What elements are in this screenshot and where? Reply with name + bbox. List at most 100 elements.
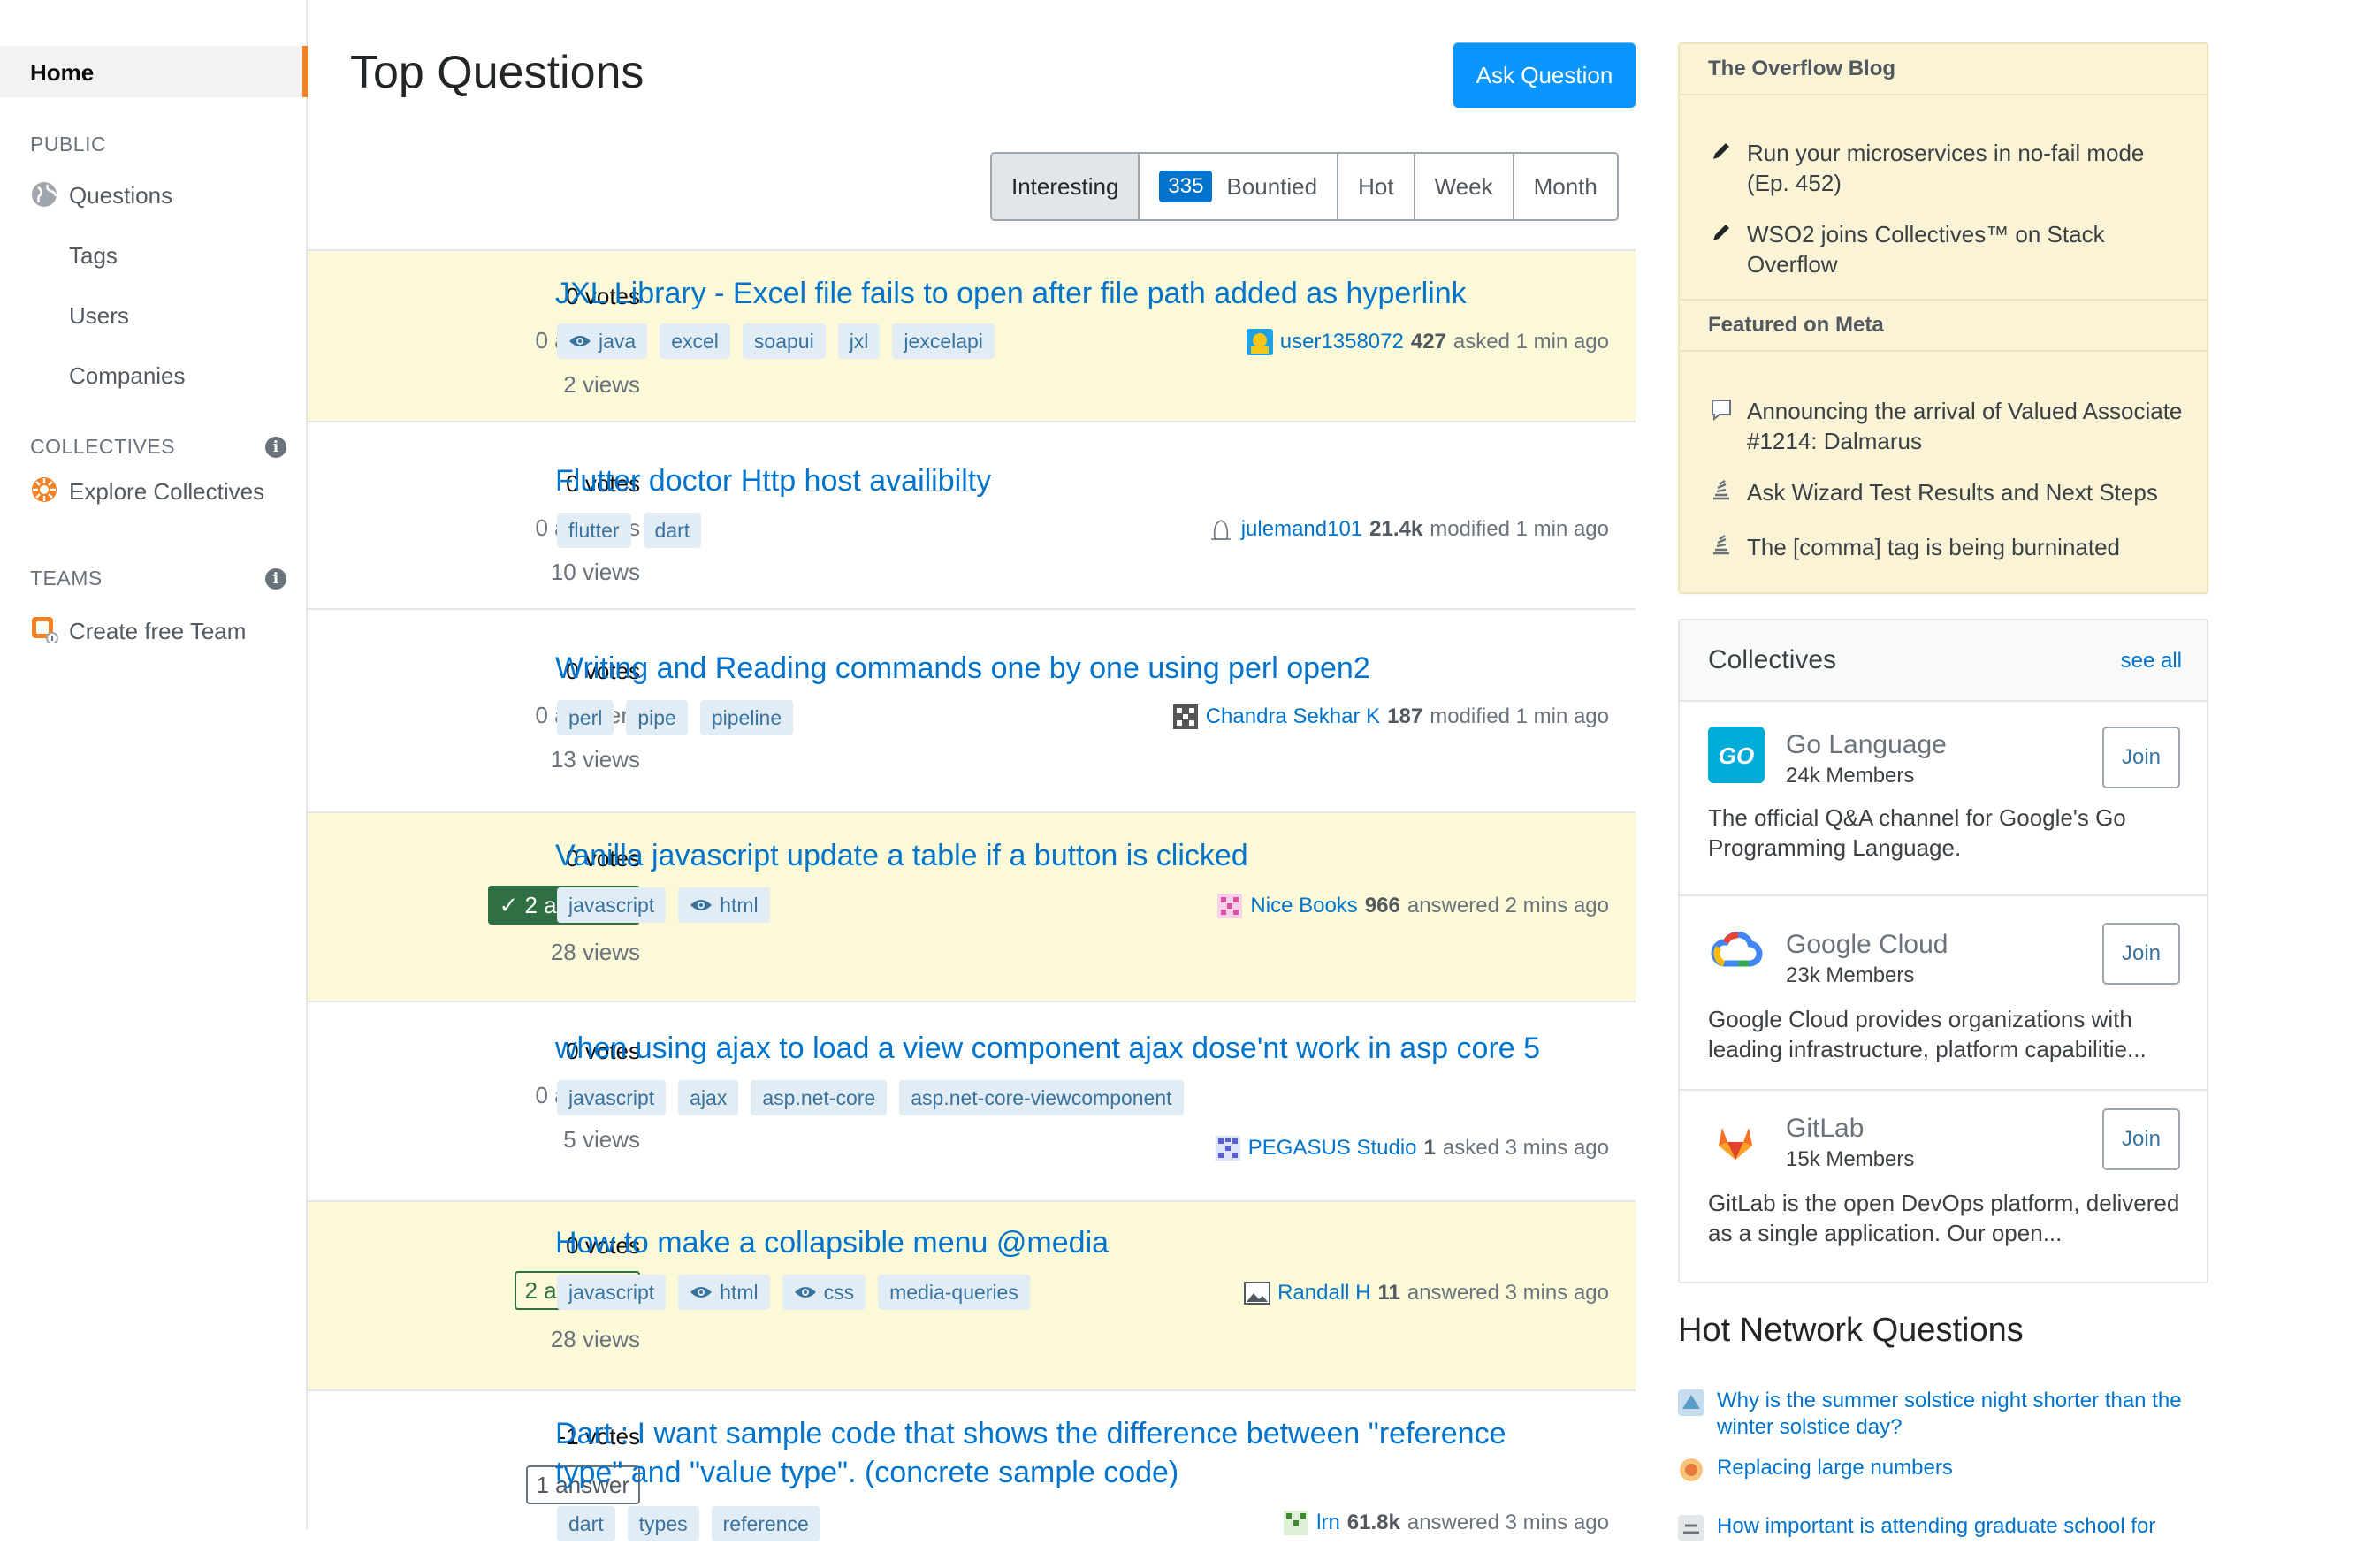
hot-question-link[interactable]: How important is attending graduate scho… [1717, 1513, 2212, 1540]
user-link[interactable]: Chandra Sekhar K [1206, 704, 1380, 729]
meta-post-link[interactable]: Announcing the arrival of Valued Associa… [1747, 396, 2189, 456]
blog-post-link[interactable]: WSO2 joins Collectives™ on Stack Overflo… [1747, 219, 2189, 279]
collectives-header: Collectives see all [1680, 620, 2207, 702]
tag[interactable]: media-queries [878, 1275, 1030, 1310]
join-button[interactable]: Join [2102, 1108, 2180, 1170]
question-title-link[interactable]: JXL Library - Excel file fails to open a… [555, 274, 1467, 313]
avatar[interactable] [1246, 329, 1273, 355]
question-title-link[interactable]: Vanilla javascript update a table if a b… [555, 836, 1248, 875]
avatar[interactable] [1216, 893, 1243, 919]
tag[interactable]: javascript [557, 1275, 667, 1310]
question-title-link[interactable]: Writing and Reading commands one by one … [555, 649, 1370, 688]
info-icon[interactable]: i [265, 437, 286, 458]
tag[interactable]: javascript [557, 887, 667, 923]
nav-section-teams: TEAMS [30, 567, 103, 590]
activity-time[interactable]: answered 3 mins ago [1407, 1281, 1609, 1305]
blog-post-link[interactable]: Run your microservices in no-fail mode (… [1747, 138, 2189, 198]
reputation: 966 [1364, 894, 1400, 917]
tag-list: javascript ajax asp.net-core asp.net-cor… [557, 1080, 1184, 1115]
activity-time[interactable]: answered 3 mins ago [1407, 1511, 1609, 1535]
tag[interactable]: excel [660, 323, 730, 359]
user-link[interactable]: Randall H [1277, 1281, 1370, 1305]
tag-list: java excel soapui jxl jexcelapi [557, 323, 995, 359]
question-row: 0 votes 0 answers 2 views JXL Library - … [308, 251, 1636, 422]
tag[interactable]: java [557, 323, 648, 359]
hot-question-link[interactable]: Why is the summer solstice night shorter… [1717, 1388, 2212, 1441]
tag[interactable]: jexcelapi [892, 323, 995, 359]
tag[interactable]: asp.net-core-viewcomponent [899, 1080, 1184, 1115]
nav-companies[interactable]: Companies [69, 362, 186, 390]
page-title: Top Questions [350, 47, 644, 98]
ask-question-button[interactable]: Ask Question [1453, 42, 1636, 108]
info-icon[interactable]: i [265, 568, 286, 590]
gitlab-logo[interactable] [1713, 1121, 1758, 1165]
overflow-blog-widget: The Overflow Blog Run your microservices… [1678, 42, 2208, 594]
user-link[interactable]: julemand101 [1241, 517, 1362, 542]
tag[interactable]: javascript [557, 1080, 667, 1115]
activity-time[interactable]: answered 2 mins ago [1407, 894, 1609, 918]
tag[interactable]: html [678, 1275, 770, 1310]
join-button[interactable]: Join [2102, 923, 2180, 985]
nav-explore-collectives[interactable]: Explore Collectives [69, 478, 264, 506]
meta-post-link[interactable]: The [comma] tag is being burninated [1747, 532, 2189, 562]
tag-label: html [720, 1281, 759, 1304]
tab-interesting[interactable]: Interesting [992, 154, 1139, 219]
nav-users[interactable]: Users [69, 302, 129, 330]
activity-time[interactable]: modified 1 min ago [1430, 517, 1609, 542]
collective-name[interactable]: Go Language [1786, 730, 1947, 760]
question-title-link[interactable]: Flutter doctor Http host availibilty [555, 461, 991, 500]
nav-tags[interactable]: Tags [69, 242, 118, 270]
pencil-icon [1713, 143, 1729, 159]
collectives-title: Collectives [1708, 645, 1837, 674]
view-count: 2 views [563, 371, 640, 398]
activity-time[interactable]: asked 3 mins ago [1443, 1136, 1609, 1161]
avatar[interactable] [1208, 516, 1234, 543]
avatar[interactable] [1172, 704, 1199, 730]
join-button[interactable]: Join [2102, 727, 2180, 788]
activity-time[interactable]: modified 1 min ago [1430, 704, 1609, 729]
nav-questions[interactable]: Questions [69, 182, 172, 209]
blog-heading: The Overflow Blog [1680, 42, 2207, 95]
tab-week[interactable]: Week [1413, 154, 1513, 219]
tag[interactable]: css [782, 1275, 866, 1310]
question-title-link[interactable]: when using ajax to load a view component… [555, 1029, 1540, 1068]
user-link[interactable]: user1358072 [1280, 330, 1404, 354]
tag[interactable]: flutter [557, 513, 631, 548]
tag[interactable]: pipe [626, 700, 688, 735]
nav-create-team[interactable]: Create free Team [69, 618, 246, 645]
tag[interactable]: dart [643, 513, 702, 548]
tag[interactable]: html [678, 887, 770, 923]
question-title-link[interactable]: How to make a collapsible menu @media [555, 1223, 1109, 1262]
tag[interactable]: types [627, 1506, 699, 1541]
avatar[interactable] [1244, 1280, 1271, 1306]
see-all-link[interactable]: see all [2121, 649, 2182, 674]
tab-month[interactable]: Month [1512, 154, 1617, 219]
hot-question-link[interactable]: Replacing large numbers [1717, 1455, 2212, 1481]
user-link[interactable]: PEGASUS Studio [1248, 1136, 1417, 1161]
user-link[interactable]: lrn [1316, 1511, 1340, 1535]
tag[interactable]: pipeline [699, 700, 794, 735]
go-language-logo[interactable]: GO [1708, 727, 1765, 783]
meta-post-link[interactable]: Ask Wizard Test Results and Next Steps [1747, 477, 2189, 507]
tag-list: javascript html css media-queries [557, 1275, 1030, 1310]
avatar[interactable] [1215, 1135, 1241, 1161]
tag[interactable]: reference [711, 1506, 820, 1541]
collective-members: 24k Members [1786, 764, 1915, 788]
tag[interactable]: asp.net-core [751, 1080, 888, 1115]
activity-time[interactable]: asked 1 min ago [1453, 330, 1609, 354]
collective-name[interactable]: GitLab [1786, 1114, 1864, 1144]
google-cloud-logo[interactable] [1708, 923, 1765, 979]
tab-bountied[interactable]: 335 Bountied [1138, 154, 1338, 219]
tag[interactable]: perl [557, 700, 614, 735]
tag[interactable]: jxl [837, 323, 881, 359]
tag[interactable]: ajax [678, 1080, 739, 1115]
collective-name[interactable]: Google Cloud [1786, 930, 1948, 960]
user-link[interactable]: Nice Books [1250, 894, 1357, 918]
tab-hot[interactable]: Hot [1337, 154, 1414, 219]
tag[interactable]: soapui [742, 323, 826, 359]
nav-home[interactable]: Home [0, 46, 308, 97]
tag[interactable]: dart [557, 1506, 615, 1541]
collective-description: GitLab is the open DevOps platform, deli… [1708, 1190, 2180, 1246]
question-title-link[interactable]: Dart : I want sample code that shows the… [555, 1414, 1506, 1492]
avatar[interactable] [1283, 1510, 1309, 1536]
